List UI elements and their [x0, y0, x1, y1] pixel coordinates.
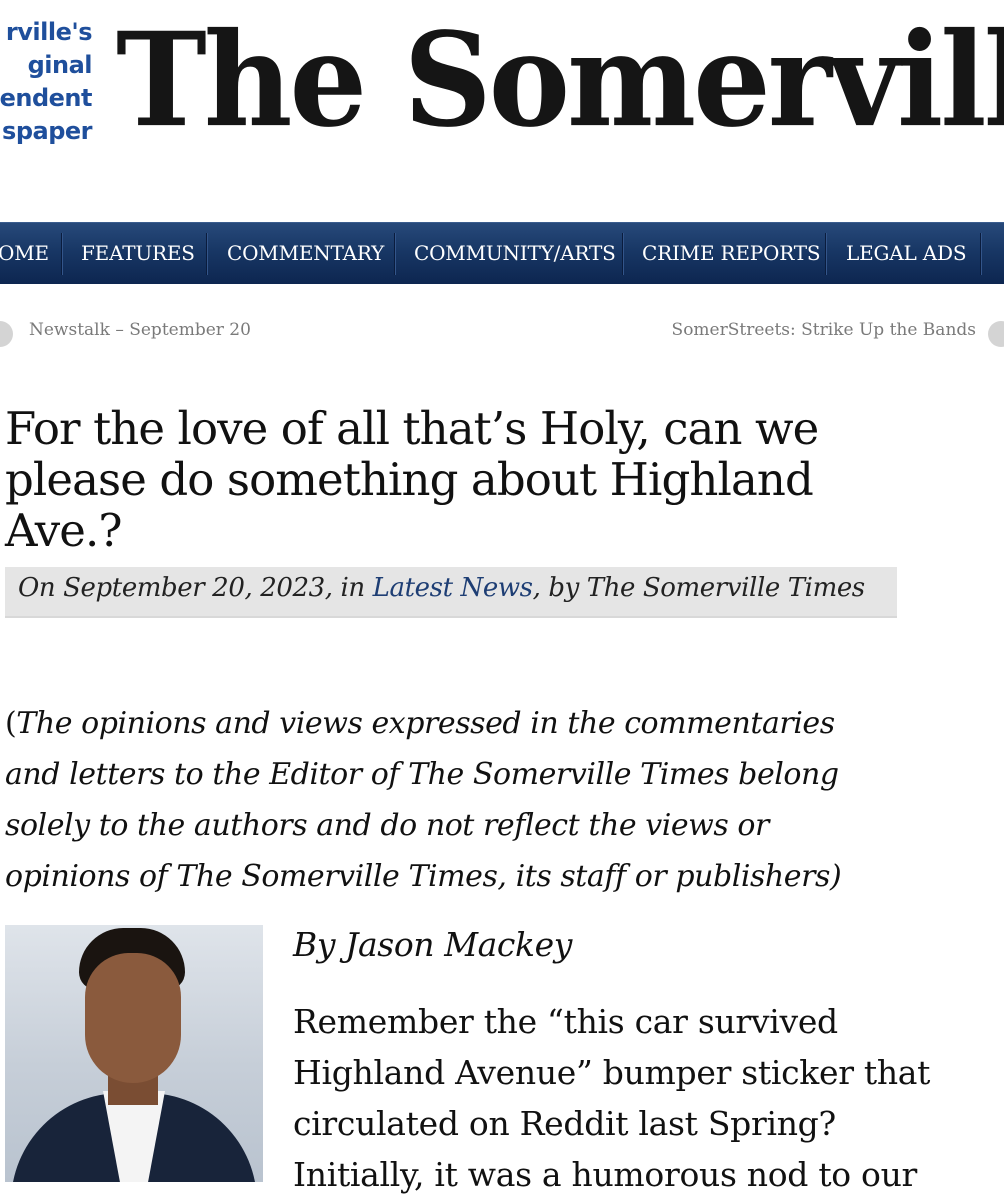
tagline-line: rville's: [5, 18, 93, 46]
author-photo: [5, 925, 263, 1182]
article-title: For the love of all that’s Holy, can we …: [5, 403, 965, 556]
tagline-line: ginal: [27, 51, 93, 79]
body-line: Initially, it was a humorous nod to our: [293, 1155, 918, 1194]
nav-divider: [394, 233, 395, 275]
opinion-disclaimer: (The opinions and views expressed in the…: [5, 698, 1001, 902]
nav-item-legal-ads[interactable]: LEGAL ADS: [846, 223, 967, 284]
title-line: For the love of all that’s Holy, can we: [5, 402, 819, 455]
nav-divider: [825, 233, 826, 275]
arrow-right-icon[interactable]: [988, 321, 1004, 347]
masthead: rville's ginal endent spaper The Somervi…: [0, 0, 1004, 222]
disclaimer-line: solely to the authors and do not reflect…: [5, 808, 769, 843]
article-byline: On September 20, 2023, in Latest News, b…: [18, 573, 865, 603]
nav-item-crime-reports[interactable]: CRIME REPORTS: [642, 223, 821, 284]
body-line: Highland Avenue” bumper sticker that: [293, 1053, 931, 1092]
nav-divider: [61, 233, 62, 275]
author-credit: By Jason Mackey: [293, 925, 572, 964]
article-meta: On September 20, 2023, in Latest News, b…: [5, 567, 897, 618]
disclaimer-line: opinions of The Somerville Times, its st…: [5, 859, 842, 894]
photo-face: [85, 953, 181, 1083]
disclaimer-paren: (: [5, 706, 17, 741]
previous-post-link[interactable]: Newstalk – September 20: [29, 320, 251, 340]
site-logo[interactable]: The Somerville: [116, 0, 1004, 159]
arrow-left-icon[interactable]: [0, 321, 13, 347]
nav-item-home[interactable]: OME: [0, 223, 49, 284]
article-body: Remember the “this car survived Highland…: [293, 996, 1004, 1200]
disclaimer-line: The opinions and views expressed in the …: [16, 706, 835, 741]
body-line: circulated on Reddit last Spring?: [293, 1104, 836, 1143]
nav-divider: [622, 233, 623, 275]
body-line: Remember the “this car survived: [293, 1002, 838, 1041]
post-navigation: Newstalk – September 20 SomerStreets: St…: [0, 312, 1004, 356]
disclaimer-line: and letters to the Editor of The Somervi…: [5, 757, 839, 792]
meta-author-text: , by The Somerville Times: [532, 573, 866, 603]
nav-divider: [206, 233, 207, 275]
nav-item-community-arts[interactable]: COMMUNITY/ARTS: [414, 223, 616, 284]
meta-date-text: On September 20, 2023, in: [18, 573, 373, 603]
category-link[interactable]: Latest News: [373, 573, 533, 603]
title-line: Ave.?: [5, 504, 123, 557]
nav-item-commentary[interactable]: COMMENTARY: [227, 223, 384, 284]
tagline-line: endent: [0, 84, 93, 112]
nav-divider: [980, 233, 981, 275]
next-post-link[interactable]: SomerStreets: Strike Up the Bands: [672, 320, 976, 340]
nav-item-features[interactable]: FEATURES: [81, 223, 195, 284]
masthead-tagline: rville's ginal endent spaper: [0, 16, 93, 148]
tagline-line: spaper: [2, 117, 92, 145]
title-line: please do something about Highland: [5, 453, 814, 506]
main-nav: OME FEATURES COMMENTARY COMMUNITY/ARTS C…: [0, 222, 1004, 284]
